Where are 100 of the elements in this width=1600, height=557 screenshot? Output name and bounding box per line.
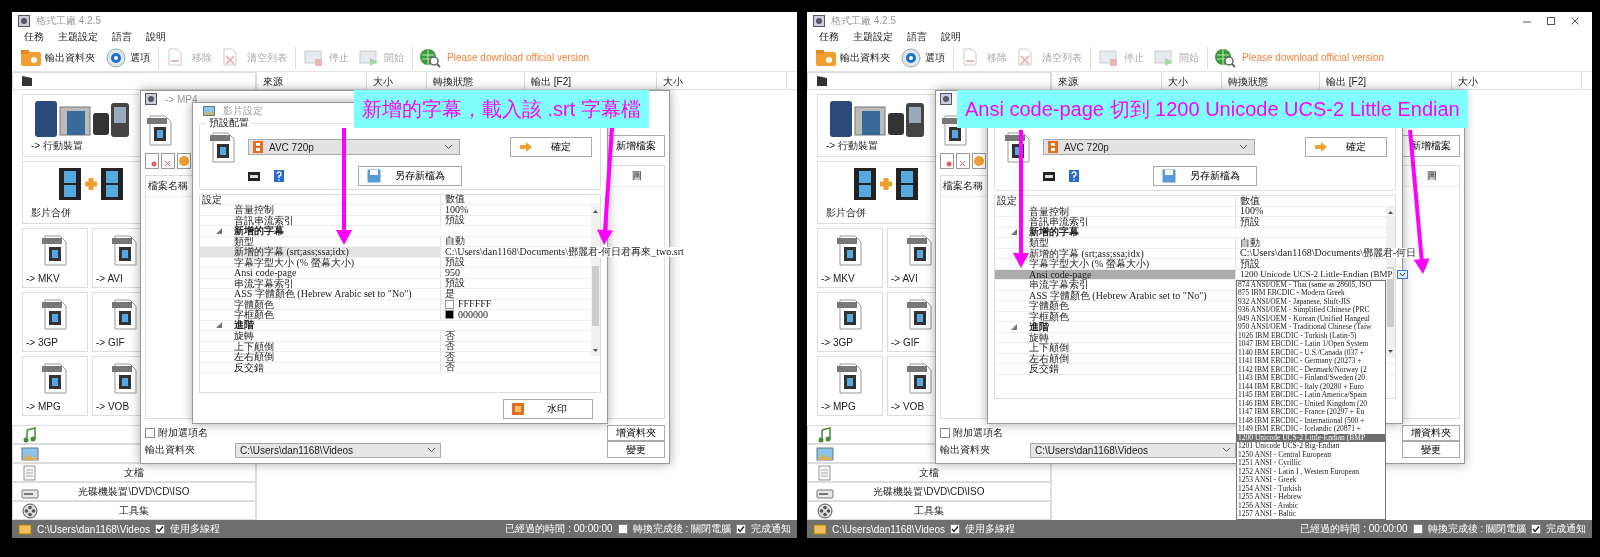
column-header[interactable]: 大小 [367,72,427,89]
toolbar-button[interactable]: 輸出資料夾 [18,46,97,69]
format-tile[interactable]: -> MPG [22,356,88,416]
group-row[interactable]: 進階 [995,322,1236,332]
category-item[interactable]: 文檔 [807,463,1051,482]
format-tile[interactable]: -> MKV [22,228,88,288]
save-as-button[interactable]: 另存新檔為 [358,166,462,186]
property-value[interactable]: 1200 Unicode UCS-2 Little-Endian (BMP [1240,269,1393,280]
column-header[interactable]: 來源 [1052,72,1162,89]
category-item[interactable]: 光碟機裝置\DVD\CD\ISO [807,482,1051,501]
preset-dropdown[interactable]: AVC 720p [248,139,460,155]
collapse-icon[interactable] [216,227,222,234]
checkbox[interactable] [736,524,746,534]
add-file-icon[interactable] [940,153,954,169]
property-value[interactable]: 預設 [445,215,465,226]
property-name[interactable]: 上下顛倒 [200,341,441,352]
property-name[interactable]: 上下顛倒 [995,343,1236,353]
close-icon[interactable] [1570,16,1580,26]
menu-item[interactable]: 說明 [941,31,961,43]
property-value[interactable]: 000000 [458,309,488,320]
output-path-dropdown[interactable]: C:\Users\dan1168\Videos [1030,442,1236,458]
watermark-button[interactable]: 水印 [503,399,593,419]
menu-item[interactable]: 主題設定 [58,31,98,43]
collapse-icon[interactable] [1011,229,1017,236]
category-item[interactable]: 工具集 [12,501,256,520]
folder-button[interactable]: 增資料夾 [607,425,665,441]
add-file-icon[interactable] [145,153,159,169]
ok-button[interactable]: 確定 [1304,137,1387,157]
folder-button[interactable]: 增資料夾 [1402,425,1460,441]
ok-button[interactable]: 確定 [509,137,592,157]
column-header[interactable]: 大小 [1452,72,1582,89]
help-icon[interactable] [274,170,284,182]
property-value[interactable]: 100% [445,204,469,215]
change-button[interactable]: 變更 [607,441,665,458]
preset-dropdown[interactable]: AVC 720p [1043,139,1255,155]
property-name[interactable]: 字幕字型大小 (% 螢幕大小) [200,257,441,268]
group-row[interactable]: 進階 [200,320,441,331]
output-path-dropdown[interactable]: C:\Users\dan1168\Videos [235,442,441,458]
property-name[interactable]: 反交錯 [200,362,441,373]
toolbar-button[interactable]: 選項 [898,46,947,69]
checkbox[interactable] [145,428,155,438]
collapse-icon[interactable] [216,322,222,329]
column-header[interactable]: 來源 [257,72,367,89]
globe-search-icon[interactable] [419,47,441,68]
column-header[interactable]: 大小 [1162,72,1222,89]
checkbox[interactable] [155,524,166,534]
help-icon[interactable] [1069,170,1079,182]
property-name[interactable]: Ansi code-page [200,268,441,278]
property-value[interactable]: FFFFFF [458,299,492,310]
menu-item[interactable]: 說明 [146,31,166,43]
property-name[interactable]: 字體顏色 [200,299,441,310]
property-value[interactable]: 100% [1240,206,1264,217]
property-name[interactable]: 左右顛倒 [995,353,1236,363]
property-name[interactable]: 旋轉 [200,331,441,341]
globe-search-icon[interactable] [1214,47,1236,68]
remove-file-icon[interactable] [161,153,175,169]
property-value[interactable]: 自動 [1240,237,1260,248]
property-value[interactable]: 否 [445,341,455,352]
property-value[interactable]: 自動 [445,236,465,247]
property-name[interactable]: ASS 字體顏色 (Hebrew Arabic set to "No") [995,290,1236,300]
format-tile[interactable]: -> 3GP [817,292,883,352]
maximize-icon[interactable] [1546,16,1556,26]
remove-file-icon[interactable] [956,153,970,169]
checkbox[interactable] [950,524,961,534]
property-name[interactable]: 字體顏色 [995,301,1236,311]
format-tile[interactable]: -> MKV [817,228,883,288]
menu-item[interactable]: 語言 [112,31,132,43]
property-value[interactable]: 預設 [1240,216,1260,227]
column-header[interactable]: 轉換狀態 [1222,72,1320,89]
property-name[interactable]: 新增的字幕 (srt;ass;ssa;idx) [200,247,441,257]
toolbar-button[interactable]: 選項 [103,46,152,69]
menu-item[interactable]: 任務 [819,31,839,43]
property-name[interactable]: 串流字幕索引 [200,278,441,289]
property-value[interactable]: 預設 [445,257,465,268]
collapse-icon[interactable] [1011,323,1017,330]
category-item[interactable]: 光碟機裝置\DVD\CD\ISO [12,482,256,501]
toolbar-button[interactable]: 輸出資料夾 [813,46,892,69]
column-header[interactable]: 大小 [657,72,787,89]
property-name[interactable]: 旋轉 [995,332,1236,342]
property-name[interactable]: 反交錯 [995,364,1236,374]
checkbox[interactable] [617,524,628,534]
format-tile[interactable]: -> 3GP [22,292,88,352]
menu-item[interactable]: 主題設定 [853,31,893,43]
play-icon[interactable] [177,153,191,169]
play-icon[interactable] [972,153,986,169]
column-header[interactable]: 輸出 [F2] [525,72,657,89]
property-value[interactable]: 是 [445,288,455,299]
property-value[interactable]: 預設 [445,278,465,289]
column-header[interactable]: 輸出 [F2] [1320,72,1452,89]
property-name[interactable]: 字框顏色 [200,310,441,320]
add-file-button[interactable]: 新增檔案 [607,135,665,157]
property-value[interactable]: C:\Users\dan1168\Documents\鄧麗君-何日 [1240,248,1417,259]
category-item[interactable]: 文檔 [12,463,256,482]
group-row[interactable]: 新增的字幕 [200,226,441,236]
property-value[interactable]: C:\Users\dan1168\Documents\鄧麗君-何日君再來_two.srt [445,246,686,257]
property-name[interactable]: 左右顛倒 [200,352,441,362]
change-button[interactable]: 變更 [1402,441,1460,458]
menu-item[interactable]: 任務 [24,31,44,43]
menu-item[interactable]: 語言 [907,31,927,43]
property-value[interactable]: 950 [445,267,460,278]
